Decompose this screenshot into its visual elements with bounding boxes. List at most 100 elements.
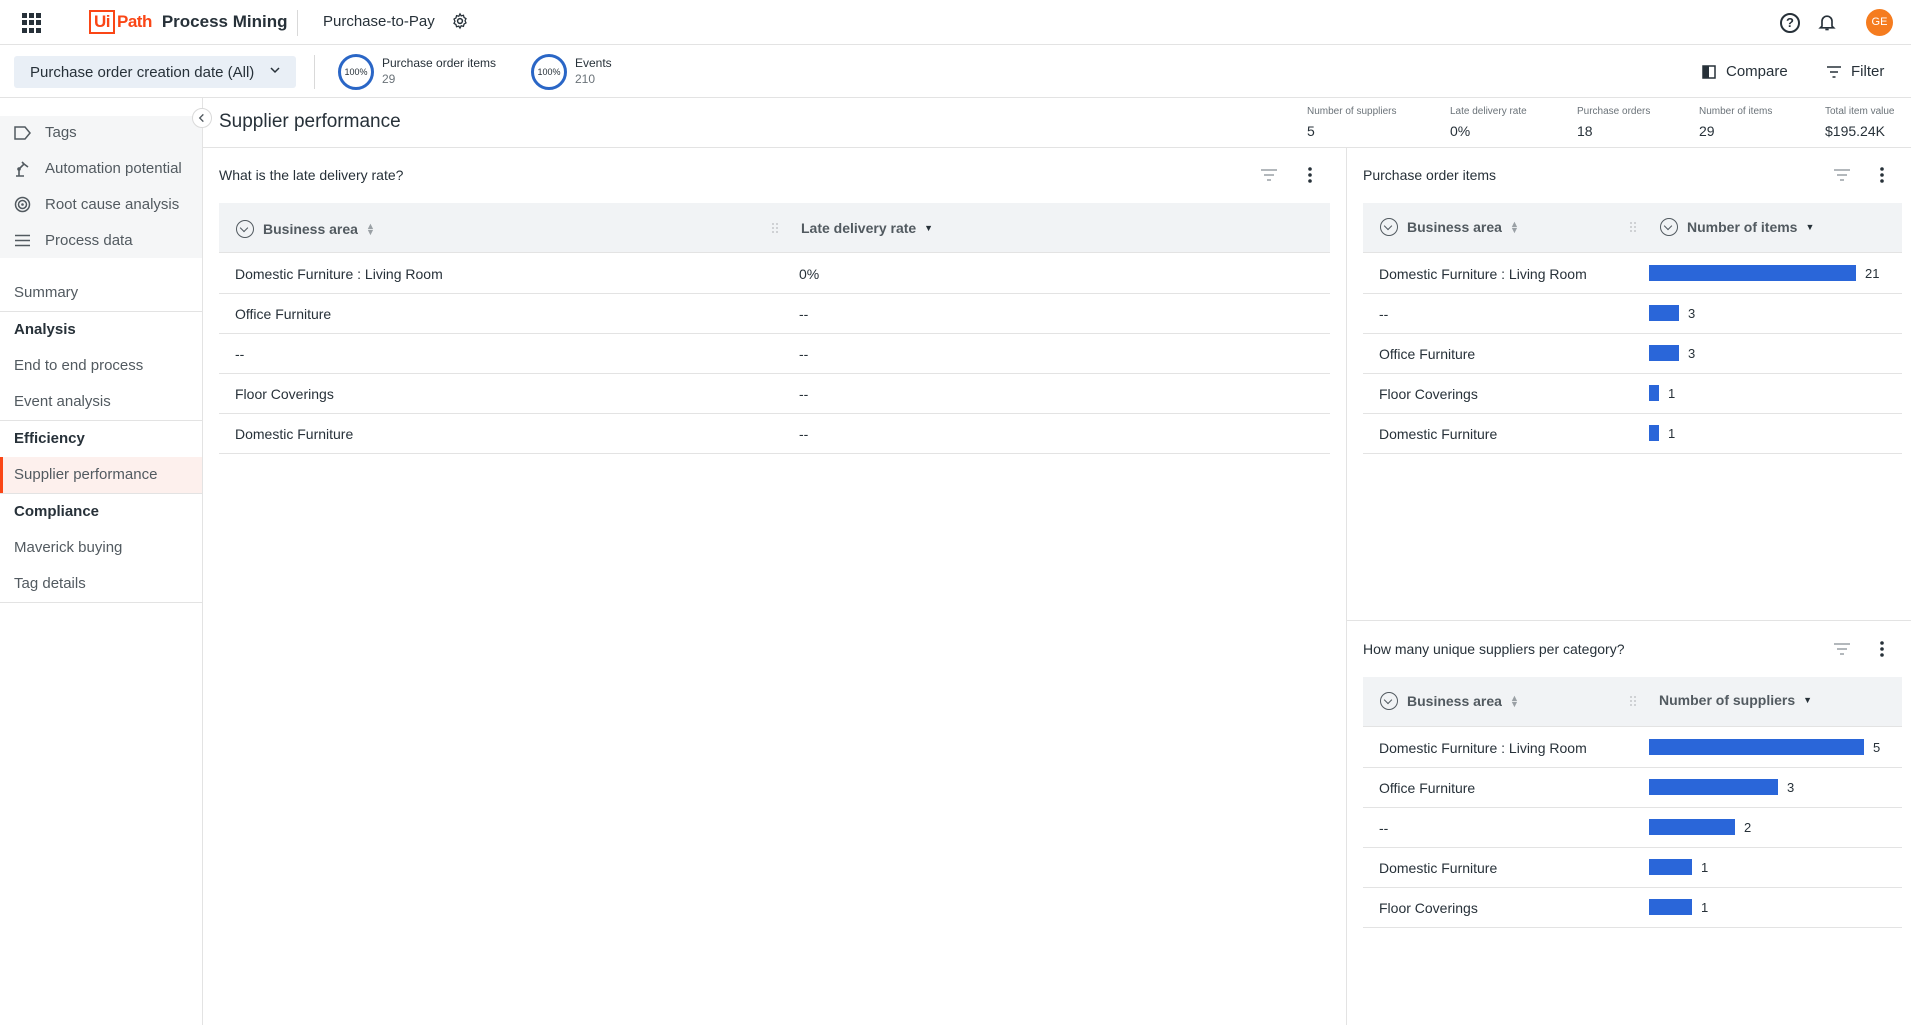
section-heading-efficiency[interactable]: Efficiency (14, 430, 85, 447)
stat-late-delivery-rate: Late delivery rate 0% (1450, 106, 1527, 139)
cell-business-area: Office Furniture (235, 306, 332, 322)
cell-business-area: Domestic Furniture (1379, 860, 1498, 876)
more-vertical-icon[interactable] (1300, 165, 1320, 185)
bell-icon[interactable] (1817, 12, 1837, 32)
sidebar-item-maverick-buying[interactable]: Maverick buying (14, 539, 122, 556)
column-header-number-of-items[interactable]: Number of items ▼ (1660, 218, 1814, 236)
column-header-number-of-suppliers[interactable]: Number of suppliers ▼ (1659, 692, 1812, 708)
app-launcher-icon[interactable] (22, 13, 42, 33)
section-heading-compliance[interactable]: Compliance (14, 503, 99, 520)
sidebar-item-label: Automation potential (45, 160, 182, 177)
table-row[interactable]: Domestic Furniture : Living Room 5 (1363, 728, 1902, 768)
column-header-business-area[interactable]: Business area ▲ ▼ (236, 220, 375, 238)
more-vertical-icon[interactable] (1872, 165, 1892, 185)
divider (0, 493, 202, 494)
sort-descending-icon[interactable]: ▼ (924, 224, 933, 233)
stat-value: 18 (1577, 123, 1593, 139)
sort-descending-icon[interactable]: ▼ (1803, 696, 1812, 705)
table-row[interactable]: Domestic Furniture : Living Room 21 (1363, 254, 1902, 294)
column-label: Business area (1407, 693, 1502, 709)
sidebar-item-label: Tags (45, 124, 77, 141)
date-filter-label: Purchase order creation date (All) (30, 63, 255, 81)
collapse-sidebar-icon[interactable] (192, 108, 212, 128)
kpi-percent-circle: 100% (338, 54, 374, 90)
gear-icon[interactable] (451, 12, 469, 30)
sidebar-item-end-to-end-process[interactable]: End to end process (14, 357, 143, 374)
expand-icon[interactable] (1380, 218, 1398, 236)
divider (0, 602, 202, 603)
logo-path-text: Path (117, 12, 152, 31)
uipath-logo[interactable]: Ui Path Process Mining (89, 10, 287, 34)
table-row[interactable]: Office Furniture 3 (1363, 768, 1902, 808)
filter-icon[interactable] (1832, 165, 1852, 185)
value-bar (1649, 899, 1692, 915)
cell-business-area: Domestic Furniture (1379, 426, 1498, 442)
column-resize-handle[interactable] (771, 222, 779, 234)
avatar[interactable]: GE (1866, 9, 1893, 36)
value-bar (1649, 739, 1864, 755)
filter-button[interactable]: Filter (1827, 63, 1884, 80)
sort-icon[interactable]: ▲ ▼ (366, 222, 375, 237)
cell-late-delivery-rate: -- (799, 346, 809, 362)
table-row[interactable]: Office Furniture -- (219, 294, 1330, 334)
sidebar-item-summary[interactable]: Summary (14, 284, 78, 301)
expand-icon[interactable] (236, 220, 254, 238)
divider (0, 311, 202, 312)
process-name: Purchase-to-Pay (323, 13, 435, 30)
sidebar-item-supplier-performance[interactable]: Supplier performance (14, 466, 157, 483)
compare-label: Compare (1726, 63, 1788, 80)
table-row[interactable]: Domestic Furniture 1 (1363, 414, 1902, 454)
table-row[interactable]: Domestic Furniture : Living Room 0% (219, 254, 1330, 294)
bar-value-label: 3 (1688, 346, 1696, 361)
table-row[interactable]: -- -- (219, 334, 1330, 374)
compare-button[interactable]: Compare (1702, 63, 1788, 80)
kpi-value: 29 (382, 72, 396, 86)
date-filter-dropdown[interactable]: Purchase order creation date (All) (14, 56, 296, 88)
column-header-business-area[interactable]: Business area ▲ ▼ (1380, 692, 1519, 710)
kpi-value: 210 (575, 72, 596, 86)
expand-icon[interactable] (1660, 218, 1678, 236)
help-icon[interactable]: ? (1780, 13, 1800, 33)
table-row[interactable]: Floor Coverings 1 (1363, 888, 1902, 928)
table-row[interactable]: -- 3 (1363, 294, 1902, 334)
filter-icon[interactable] (1259, 165, 1279, 185)
bar-value-label: 2 (1744, 820, 1752, 835)
cell-business-area: Floor Coverings (1379, 900, 1478, 916)
divider (1347, 620, 1911, 621)
column-header-business-area[interactable]: Business area ▲ ▼ (1380, 218, 1519, 236)
column-resize-handle[interactable] (1629, 221, 1637, 233)
bar-value-label: 3 (1688, 306, 1696, 321)
sidebar-item-root-cause-analysis[interactable]: Root cause analysis (14, 196, 179, 213)
cell-business-area: Office Furniture (1379, 346, 1476, 362)
sidebar-item-event-analysis[interactable]: Event analysis (14, 393, 111, 410)
column-header-late-delivery-rate[interactable]: Late delivery rate ▼ (801, 220, 933, 236)
cell-business-area: Domestic Furniture (235, 426, 354, 442)
expand-icon[interactable] (1380, 692, 1398, 710)
column-resize-handle[interactable] (1629, 695, 1637, 707)
sidebar-item-automation-potential[interactable]: Automation potential (14, 160, 182, 177)
table-row[interactable]: -- 2 (1363, 808, 1902, 848)
column-label: Late delivery rate (801, 220, 917, 236)
bar-value-label: 5 (1873, 740, 1881, 755)
divider (0, 420, 202, 421)
sidebar-item-tags[interactable]: Tags (14, 124, 77, 141)
sidebar-item-process-data[interactable]: Process data (14, 232, 133, 249)
table-row[interactable]: Floor Coverings 1 (1363, 374, 1902, 414)
more-vertical-icon[interactable] (1872, 639, 1892, 659)
sidebar-item-tag-details[interactable]: Tag details (14, 575, 86, 592)
stat-value: 29 (1699, 123, 1715, 139)
bar-value-label: 1 (1668, 426, 1676, 441)
table-row[interactable]: Domestic Furniture 1 (1363, 848, 1902, 888)
stat-number-of-items: Number of items 29 (1699, 106, 1772, 139)
filter-icon[interactable] (1832, 639, 1852, 659)
cell-late-delivery-rate: 0% (799, 266, 820, 282)
table-row[interactable]: Domestic Furniture -- (219, 414, 1330, 454)
table-row[interactable]: Office Furniture 3 (1363, 334, 1902, 374)
sort-icon[interactable]: ▲ ▼ (1510, 220, 1519, 235)
sort-descending-icon[interactable]: ▼ (1805, 223, 1814, 232)
section-heading-analysis[interactable]: Analysis (14, 321, 76, 338)
cell-business-area: -- (1379, 306, 1389, 322)
divider (203, 147, 1911, 148)
sort-icon[interactable]: ▲ ▼ (1510, 694, 1519, 709)
table-row[interactable]: Floor Coverings -- (219, 374, 1330, 414)
